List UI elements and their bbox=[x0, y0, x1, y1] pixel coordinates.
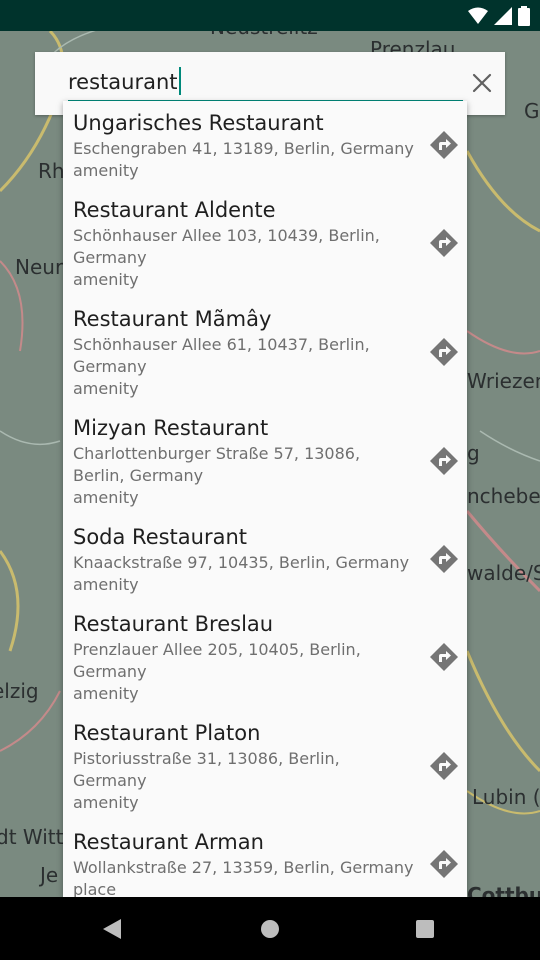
suggestion-item[interactable]: Restaurant Breslau Prenzlauer Allee 205, … bbox=[63, 602, 467, 711]
suggestions-list: Ungarisches Restaurant Eschengraben 41, 1… bbox=[63, 101, 467, 897]
text-caret bbox=[178, 67, 181, 95]
suggestion-title: Soda Restaurant bbox=[73, 525, 248, 549]
map-label-dt-witt: dt Witt bbox=[0, 825, 64, 849]
map-label-g: G bbox=[524, 99, 540, 123]
suggestion-title: Restaurant Breslau bbox=[73, 612, 274, 636]
suggestion-item[interactable]: Restaurant Platon Pistoriusstraße 31, 130… bbox=[63, 711, 467, 820]
signal-icon bbox=[494, 7, 512, 25]
suggestion-item[interactable]: Restaurant Mãmây Schönhauser Allee 61, 10… bbox=[63, 297, 467, 406]
suggestion-address: Schönhauser Allee 61, 10437, Berlin, Ger… bbox=[73, 335, 370, 376]
suggestion-title: Ungarisches Restaurant bbox=[73, 111, 324, 135]
suggestion-address: Knaackstraße 97, 10435, Berlin, Germany bbox=[73, 553, 410, 572]
home-icon bbox=[261, 920, 279, 938]
recents-button[interactable] bbox=[410, 914, 440, 944]
back-button[interactable] bbox=[97, 914, 127, 944]
suggestion-title: Mizyan Restaurant bbox=[73, 416, 269, 440]
suggestion-address: Pistoriusstraße 31, 13086, Berlin, Germa… bbox=[73, 749, 340, 790]
suggestion-title: Restaurant Arman bbox=[73, 830, 264, 854]
directions-button[interactable] bbox=[429, 751, 459, 781]
directions-button[interactable] bbox=[429, 228, 459, 258]
suggestion-address: Schönhauser Allee 103, 10439, Berlin, Ge… bbox=[73, 226, 380, 267]
map-label-rh: Rh bbox=[38, 159, 65, 183]
directions-icon bbox=[430, 751, 458, 780]
search-input-text: restaurant bbox=[68, 70, 178, 94]
map-label-ncheberg: ncheberg bbox=[467, 484, 540, 508]
back-icon bbox=[103, 919, 121, 939]
suggestion-title: Restaurant Aldente bbox=[73, 198, 276, 222]
wifi-icon bbox=[468, 7, 488, 24]
directions-button[interactable] bbox=[429, 337, 459, 367]
suggestion-title: Restaurant Platon bbox=[73, 721, 261, 745]
navigation-bar bbox=[0, 897, 540, 960]
suggestion-type: place bbox=[73, 880, 117, 897]
directions-icon bbox=[430, 849, 458, 878]
directions-button[interactable] bbox=[429, 849, 459, 879]
clear-search-button[interactable] bbox=[467, 68, 497, 98]
map-label-elzig: elzig bbox=[0, 679, 39, 703]
suggestion-item[interactable]: Soda Restaurant Knaackstraße 97, 10435, B… bbox=[63, 515, 467, 602]
suggestion-type: amenity bbox=[73, 575, 139, 594]
suggestion-item[interactable]: Ungarisches Restaurant Eschengraben 41, 1… bbox=[63, 101, 467, 188]
suggestion-address: Eschengraben 41, 13189, Berlin, Germany bbox=[73, 139, 414, 158]
status-bar bbox=[0, 0, 540, 31]
home-button[interactable] bbox=[255, 914, 285, 944]
close-icon bbox=[472, 73, 492, 93]
suggestion-address: Prenzlauer Allee 205, 10405, Berlin, Ger… bbox=[73, 640, 361, 681]
suggestion-type: amenity bbox=[73, 793, 139, 812]
map-label-neustrelitz: Neustrelitz bbox=[210, 31, 318, 39]
battery-icon bbox=[518, 6, 530, 26]
directions-button[interactable] bbox=[429, 642, 459, 672]
directions-icon bbox=[430, 337, 458, 366]
suggestion-type: amenity bbox=[73, 684, 139, 703]
suggestion-address: Charlottenburger Straße 57, 13086, Berli… bbox=[73, 444, 361, 485]
suggestion-title: Restaurant Mãmây bbox=[73, 307, 272, 331]
suggestion-type: amenity bbox=[73, 379, 139, 398]
suggestion-type: amenity bbox=[73, 488, 139, 507]
directions-icon bbox=[430, 446, 458, 475]
map-label-neur: Neur bbox=[15, 255, 64, 279]
suggestion-item[interactable]: Mizyan Restaurant Charlottenburger Straße… bbox=[63, 406, 467, 515]
suggestion-address: Wollankstraße 27, 13359, Berlin, Germany bbox=[73, 858, 414, 877]
directions-button[interactable] bbox=[429, 544, 459, 574]
recents-icon bbox=[416, 920, 434, 938]
directions-icon bbox=[430, 642, 458, 671]
suggestion-type: amenity bbox=[73, 270, 139, 289]
map-label-cottbus: Cottbus bbox=[467, 883, 540, 897]
suggestion-type: amenity bbox=[73, 161, 139, 180]
search-input[interactable]: restaurant bbox=[68, 67, 428, 97]
directions-icon bbox=[430, 544, 458, 573]
suggestion-item[interactable]: Restaurant Arman Wollankstraße 27, 13359,… bbox=[63, 820, 467, 897]
suggestion-item[interactable]: Restaurant Aldente Schönhauser Allee 103,… bbox=[63, 188, 467, 297]
directions-button[interactable] bbox=[429, 446, 459, 476]
directions-icon bbox=[430, 130, 458, 159]
directions-icon bbox=[430, 228, 458, 257]
map-label-wriezen: Wriezen bbox=[467, 369, 540, 393]
directions-button[interactable] bbox=[429, 130, 459, 160]
map-label-g2: g bbox=[467, 441, 480, 465]
map-label-walde: walde/S bbox=[467, 561, 540, 585]
map-label-je: Je bbox=[40, 863, 59, 887]
map-label-lubin: Lubin ( bbox=[472, 785, 540, 809]
